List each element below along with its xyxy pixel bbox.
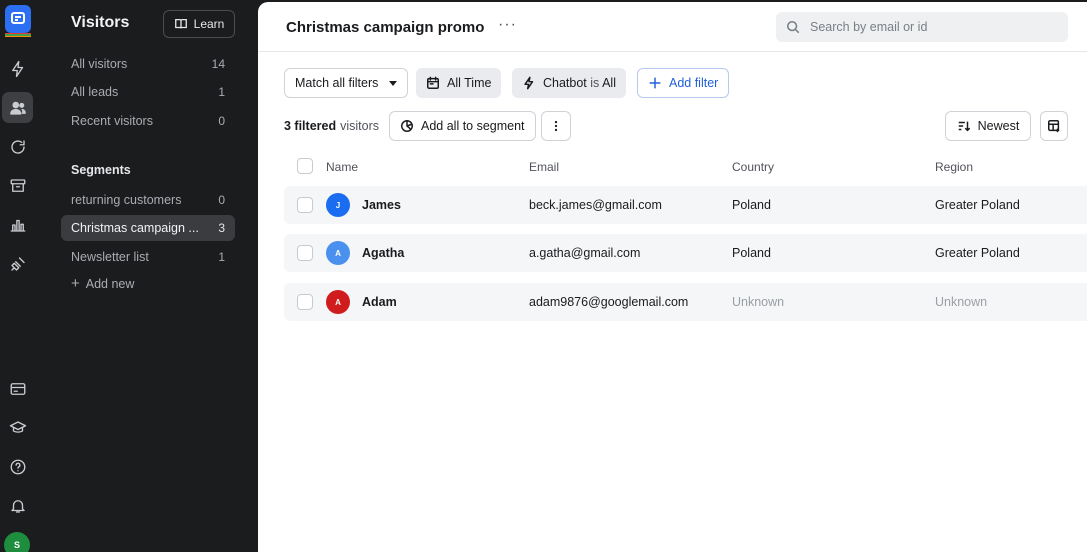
sidebar-item-all-leads[interactable]: All leads 1 bbox=[61, 79, 235, 105]
page-title: Christmas campaign promo bbox=[286, 19, 485, 36]
table-add-icon bbox=[1048, 120, 1060, 133]
visitor-email: adam9876@googlemail.com bbox=[529, 295, 689, 309]
help-icon[interactable] bbox=[2, 451, 33, 482]
row-checkbox[interactable] bbox=[297, 245, 313, 261]
plug-icon[interactable] bbox=[2, 248, 33, 279]
avatar: A bbox=[326, 290, 350, 314]
visitor-email: a.gatha@gmail.com bbox=[529, 246, 641, 260]
add-new-segment-button[interactable]: + Add new bbox=[71, 275, 134, 292]
visitor-region: Greater Poland bbox=[935, 198, 1020, 212]
main-panel: Christmas campaign promo ··· Match all f… bbox=[258, 2, 1087, 552]
learn-button[interactable]: Learn bbox=[163, 10, 235, 38]
column-header-country[interactable]: Country bbox=[732, 160, 774, 174]
lightning-icon[interactable] bbox=[2, 53, 33, 84]
visitor-region: Unknown bbox=[935, 295, 988, 309]
column-header-region[interactable]: Region bbox=[935, 160, 973, 174]
table-header: Name Email Country Region bbox=[284, 152, 1087, 182]
bell-icon[interactable] bbox=[2, 490, 33, 521]
app-logo-icon[interactable] bbox=[5, 5, 31, 33]
academy-icon[interactable] bbox=[2, 412, 33, 443]
select-all-checkbox[interactable] bbox=[297, 158, 313, 174]
chat-icon[interactable] bbox=[2, 131, 33, 162]
add-all-to-segment-button[interactable]: Add all to segment bbox=[389, 111, 536, 141]
segment-item-newsletter-list[interactable]: Newsletter list 1 bbox=[61, 244, 235, 270]
icon-rail: S bbox=[0, 0, 35, 552]
chatbot-filter-chip[interactable]: Chatbot is All bbox=[512, 68, 626, 98]
visitor-email: beck.james@gmail.com bbox=[529, 198, 662, 212]
visitor-name: James bbox=[362, 198, 401, 212]
visitor-name: Agatha bbox=[362, 246, 405, 260]
visitors-sidebar: Visitors Learn All visitors 14 All leads… bbox=[35, 0, 258, 552]
visitor-name: Adam bbox=[362, 295, 397, 309]
avatar: J bbox=[326, 193, 350, 217]
table-row[interactable]: A Agatha a.gatha@gmail.com Poland Greate… bbox=[284, 234, 1087, 272]
users-icon[interactable] bbox=[2, 92, 33, 123]
reports-icon[interactable] bbox=[2, 209, 33, 240]
sidebar-item-all-visitors[interactable]: All visitors 14 bbox=[61, 51, 235, 77]
row-checkbox[interactable] bbox=[297, 294, 313, 310]
segment-pie-icon bbox=[401, 120, 413, 132]
search-icon bbox=[786, 20, 800, 34]
filtered-count: 3 filtered visitors bbox=[284, 119, 380, 133]
visitor-country: Poland bbox=[732, 246, 771, 260]
logo-stripes bbox=[5, 33, 31, 37]
sidebar-item-recent-visitors[interactable]: Recent visitors 0 bbox=[61, 108, 235, 134]
row-checkbox[interactable] bbox=[297, 197, 313, 213]
table-row[interactable]: A Adam adam9876@googlemail.com Unknown U… bbox=[284, 283, 1087, 321]
visitor-region: Greater Poland bbox=[935, 246, 1020, 260]
column-header-email[interactable]: Email bbox=[529, 160, 559, 174]
table-columns-button[interactable] bbox=[1040, 111, 1068, 141]
time-filter-chip[interactable]: All Time bbox=[416, 68, 502, 98]
column-header-name[interactable]: Name bbox=[326, 160, 358, 174]
billing-icon[interactable] bbox=[2, 373, 33, 404]
add-filter-button[interactable]: Add filter bbox=[637, 68, 730, 98]
kebab-menu-button[interactable] bbox=[541, 111, 571, 141]
book-icon bbox=[174, 18, 187, 29]
search-bar[interactable] bbox=[776, 12, 1068, 42]
sort-newest-button[interactable]: Newest bbox=[945, 111, 1031, 141]
sort-icon bbox=[958, 121, 970, 132]
header-divider bbox=[258, 51, 1087, 52]
search-input[interactable] bbox=[810, 20, 1050, 34]
calendar-icon bbox=[427, 76, 439, 89]
caret-down-icon bbox=[389, 80, 398, 86]
more-options-icon[interactable]: ··· bbox=[498, 16, 517, 34]
visitor-country: Unknown bbox=[732, 295, 785, 309]
table-row[interactable]: J James beck.james@gmail.com Poland Grea… bbox=[284, 186, 1087, 224]
visitor-country: Poland bbox=[732, 198, 771, 212]
segment-item-returning-customers[interactable]: returning customers 0 bbox=[61, 187, 235, 213]
avatar: A bbox=[326, 241, 350, 265]
plus-icon: + bbox=[71, 275, 80, 292]
archive-icon[interactable] bbox=[2, 170, 33, 201]
vertical-dots-icon bbox=[554, 120, 558, 132]
segment-item-christmas-campaign[interactable]: Christmas campaign ... 3 bbox=[61, 215, 235, 241]
user-avatar[interactable]: S bbox=[4, 532, 30, 552]
lightning-icon bbox=[524, 76, 534, 90]
match-filters-dropdown[interactable]: Match all filters bbox=[284, 68, 409, 98]
sidebar-title: Visitors bbox=[71, 14, 130, 31]
segments-heading: Segments bbox=[71, 163, 131, 177]
plus-icon bbox=[649, 77, 661, 89]
